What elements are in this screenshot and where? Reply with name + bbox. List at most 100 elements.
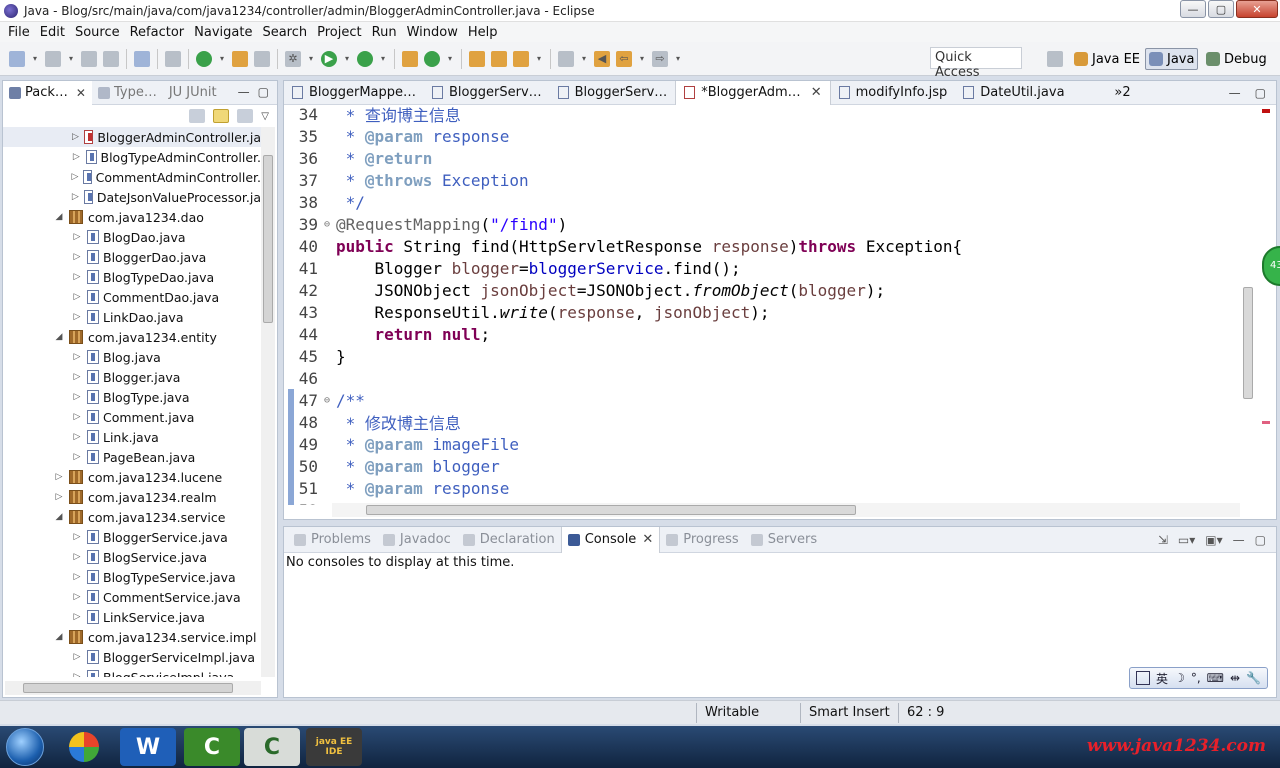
editor-vertical-scrollbar[interactable]	[1240, 105, 1256, 503]
maximize-editor-icon[interactable]: ▢	[1255, 86, 1266, 100]
tree-file-row[interactable]: ▷ BloggerDao.java	[3, 247, 261, 267]
collapsed-twisty-icon[interactable]: ▷	[71, 232, 83, 242]
maximize-view-icon[interactable]: ▢	[1255, 533, 1266, 547]
scroll-thumb[interactable]	[23, 683, 233, 693]
close-tab-icon[interactable]: ✕	[76, 86, 86, 100]
display-console-icon[interactable]: ▭▾	[1178, 533, 1195, 547]
close-tab-icon[interactable]: ✕	[642, 532, 653, 547]
menu-navigate[interactable]: Navigate	[189, 25, 257, 40]
ime-switch-icon[interactable]: ⇹	[1230, 671, 1240, 685]
collapsed-twisty-icon[interactable]: ▷	[71, 152, 82, 162]
collapsed-twisty-icon[interactable]: ▷	[71, 312, 83, 322]
vertical-scrollbar[interactable]	[261, 127, 275, 677]
tab-type-hierarchy[interactable]: Type…	[92, 81, 163, 105]
editor-tab[interactable]: BloggerMappe…	[284, 81, 424, 105]
expanded-twisty-icon[interactable]: ◢	[53, 212, 65, 222]
tree-file-row[interactable]: ▷ BlogDao.java	[3, 227, 261, 247]
collapsed-twisty-icon[interactable]: ▷	[71, 292, 83, 302]
open-type-icon[interactable]	[469, 50, 485, 67]
editor-tab[interactable]: DateUtil.java	[955, 81, 1072, 105]
new-icon[interactable]	[9, 50, 25, 67]
editor-tab[interactable]: modifyInfo.jsp	[831, 81, 956, 105]
code-line[interactable]: 34 * 查询博主信息	[284, 103, 1240, 126]
collapsed-twisty-icon[interactable]: ▷	[71, 572, 83, 582]
tree-file-row[interactable]: ▷ BloggerService.java	[3, 527, 261, 547]
menu-refactor[interactable]: Refactor	[125, 25, 190, 40]
search-icon[interactable]	[513, 50, 529, 67]
run-icon[interactable]: ▶	[321, 50, 337, 67]
open-icon[interactable]	[45, 50, 61, 67]
tree-file-row[interactable]: ▷ BlogTypeDao.java	[3, 267, 261, 287]
new-java-class-icon[interactable]	[424, 50, 440, 67]
status-insert-mode[interactable]: Smart Insert	[809, 705, 890, 720]
collapsed-twisty-icon[interactable]: ▷	[71, 672, 83, 677]
editor-tab[interactable]: BloggerServ…	[424, 81, 550, 105]
close-tab-icon[interactable]: ✕	[811, 85, 822, 100]
tab-package-explorer[interactable]: Pack… ✕	[3, 80, 92, 105]
back-icon[interactable]: ⇦	[616, 50, 632, 67]
tree-file-row[interactable]: ▷ PageBean.java	[3, 447, 261, 467]
menu-edit[interactable]: Edit	[35, 25, 70, 40]
collapsed-twisty-icon[interactable]: ▷	[71, 592, 83, 602]
coverage-dropdown-icon[interactable]: ▾	[379, 51, 387, 67]
collapsed-twisty-icon[interactable]: ▷	[71, 372, 83, 382]
tree-file-row[interactable]: ▷ Blogger.java	[3, 367, 261, 387]
error-marker[interactable]	[1262, 421, 1270, 424]
code-line[interactable]: 46	[284, 367, 1240, 389]
next-annotation-icon[interactable]	[196, 50, 212, 67]
fold-toggle-icon[interactable]: ⊖	[320, 219, 334, 230]
code-line[interactable]: 39 ⊖ @RequestMapping("/find")	[284, 213, 1240, 235]
new-class-dropdown-icon[interactable]: ▾	[446, 51, 454, 67]
tree-package-row[interactable]: ▷ com.java1234.lucene	[3, 467, 261, 487]
code-line[interactable]: 43 ResponseUtil.write(response, jsonObje…	[284, 301, 1240, 323]
save-icon[interactable]	[81, 50, 97, 67]
tree-file-row[interactable]: ▷ LinkDao.java	[3, 307, 261, 327]
start-button[interactable]	[6, 728, 44, 766]
tree-file-row[interactable]: ▷ BlogService.java	[3, 547, 261, 567]
explorer-task-icon[interactable]	[56, 728, 112, 766]
camtasia-recorder-task-icon[interactable]: C	[244, 728, 300, 766]
menu-project[interactable]: Project	[312, 25, 366, 40]
view-menu-icon[interactable]: ▽	[261, 111, 269, 122]
tree-file-row[interactable]: ▷ DateJsonValueProcessor.ja	[3, 187, 261, 207]
tab-progress[interactable]: Progress	[660, 527, 744, 553]
expanded-twisty-icon[interactable]: ◢	[53, 332, 65, 342]
tree-file-row[interactable]: ▷ Link.java	[3, 427, 261, 447]
tree-file-row[interactable]: ▷ Comment.java	[3, 407, 261, 427]
collapsed-twisty-icon[interactable]: ▷	[71, 612, 83, 622]
coverage-icon[interactable]	[357, 50, 373, 67]
perspective-debug[interactable]: Debug	[1206, 48, 1267, 70]
scroll-thumb[interactable]	[366, 505, 856, 515]
tab-javadoc[interactable]: Javadoc	[377, 527, 457, 553]
minimize-button[interactable]: —	[1180, 0, 1206, 18]
perspective-java[interactable]: Java	[1145, 48, 1199, 70]
open-perspective-icon[interactable]	[1047, 51, 1063, 67]
back-dropdown-icon[interactable]: ▾	[638, 51, 646, 67]
menu-run[interactable]: Run	[367, 25, 402, 40]
eclipse-task-icon[interactable]: java EE IDE	[306, 728, 362, 766]
tree-file-row[interactable]: ▷ BlogTypeAdminController.	[3, 147, 261, 167]
collapsed-twisty-icon[interactable]: ▷	[71, 652, 83, 662]
code-line[interactable]: 41 Blogger blogger=bloggerService.find()…	[284, 257, 1240, 279]
error-marker[interactable]	[1262, 109, 1270, 113]
new-dropdown-icon[interactable]: ▾	[31, 51, 39, 67]
code-area[interactable]: 34 * 查询博主信息 35 * @param response 36 * @ret…	[284, 103, 1240, 505]
tree-file-row[interactable]: ▷ BlogServiceImpl.java	[3, 667, 261, 677]
collapsed-twisty-icon[interactable]: ▷	[71, 272, 83, 282]
horizontal-scrollbar[interactable]	[5, 681, 261, 695]
code-line[interactable]: 37 * @throws Exception	[284, 169, 1240, 191]
tree-file-row[interactable]: ▷ BlogTypeService.java	[3, 567, 261, 587]
save-all-icon[interactable]	[103, 50, 119, 67]
ime-settings-icon[interactable]: 🔧	[1246, 671, 1261, 685]
code-line[interactable]: 50 * @param blogger	[284, 455, 1240, 477]
collapsed-twisty-icon[interactable]: ▷	[53, 492, 65, 502]
code-line[interactable]: 48 * 修改博主信息	[284, 411, 1240, 434]
menu-help[interactable]: Help	[463, 25, 503, 40]
tree-package-row[interactable]: ◢ com.java1234.dao	[3, 207, 261, 227]
tree-file-row[interactable]: ▷ BloggerServiceImpl.java	[3, 647, 261, 667]
ime-punctuation-icon[interactable]: °,	[1191, 671, 1201, 685]
tree-file-row[interactable]: ▷ CommentDao.java	[3, 287, 261, 307]
tree-file-row[interactable]: ▷ BlogType.java	[3, 387, 261, 407]
perspective-java-ee[interactable]: Java EE	[1074, 48, 1140, 70]
collapsed-twisty-icon[interactable]: ▷	[71, 452, 83, 462]
